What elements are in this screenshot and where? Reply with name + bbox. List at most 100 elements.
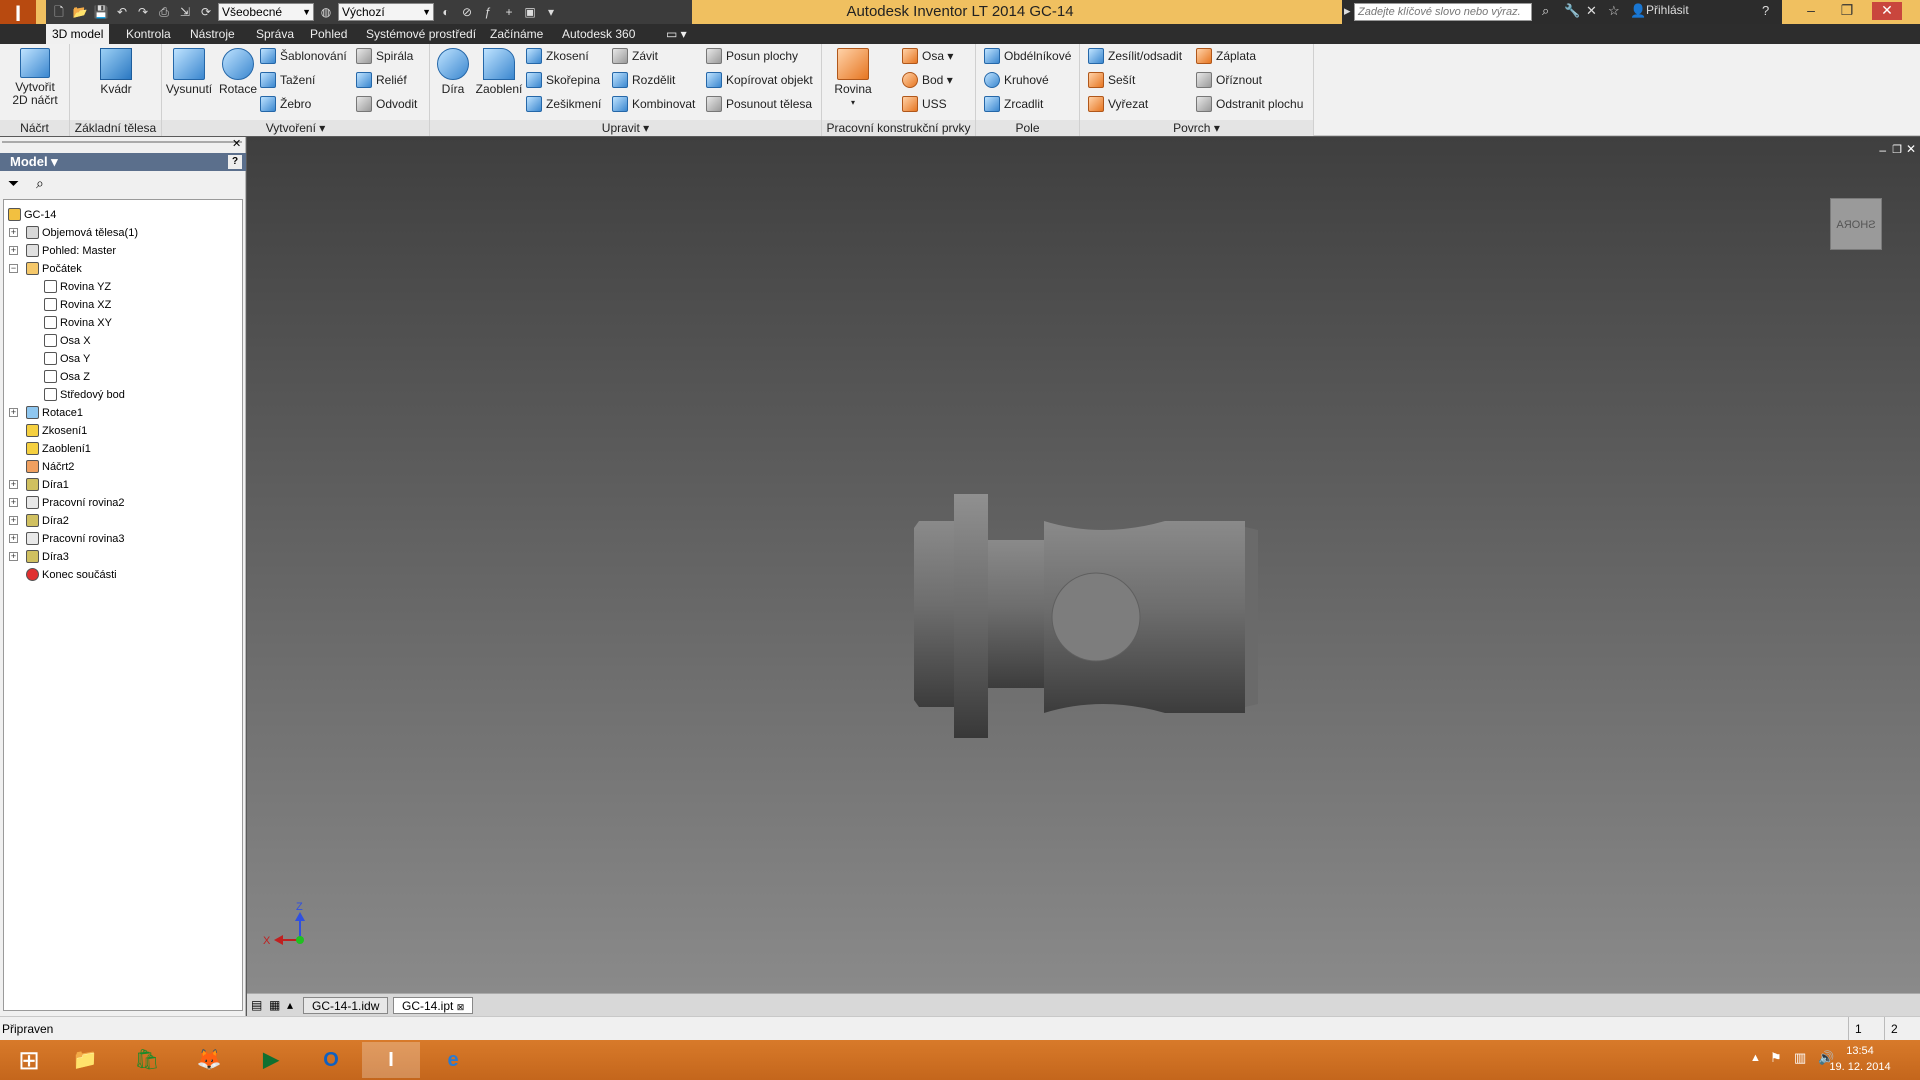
clear-icon[interactable]: ⊘ [458,4,476,20]
circular-pattern-button[interactable]: Kruhové [984,70,1049,90]
extrude-button[interactable]: Vysunutí [164,46,214,96]
tab-3[interactable]: Nástroje [184,24,241,44]
tree-item[interactable]: Osa Z [44,368,90,386]
tray-arrow-icon[interactable]: ▲ [1750,1052,1761,1064]
function-icon[interactable]: ƒ [479,4,497,20]
box-button[interactable]: Kvádr [88,46,144,96]
user-icon[interactable]: 👤 [1630,3,1646,19]
save-icon[interactable]: 💾 [92,4,110,20]
binoculars-icon[interactable]: ⌕ [1542,3,1549,19]
appearance-select[interactable]: Výchozí ▼ [338,3,434,21]
tree-item[interactable]: Osa Y [44,350,90,368]
tree-item[interactable]: Objemová tělesa(1) [26,224,138,242]
network-icon[interactable]: ▥ [1794,1050,1806,1066]
tree-item[interactable]: Rotace1 [26,404,83,422]
move-face-button[interactable]: Posun plochy [706,46,798,66]
tools-icon[interactable]: 🔧 [1564,3,1580,19]
create-sketch-button[interactable]: Vytvořit 2D náčrt [4,46,66,107]
internet-explorer-icon[interactable]: e [424,1042,482,1078]
work-plane-button[interactable]: Rovina ▾ [828,46,878,109]
ucs-button[interactable]: USS [902,94,947,114]
point-button[interactable]: Bod ▾ [902,70,953,90]
color-wheel-icon[interactable]: ◍ [317,4,335,20]
project-app-icon[interactable]: ▶ [242,1042,300,1078]
restore-icon[interactable]: ❐ [1832,2,1862,20]
return-icon[interactable]: ⇲ [176,4,194,20]
print-icon[interactable]: ⎙ [155,4,173,20]
inventor-taskbar-icon[interactable]: I [362,1042,420,1078]
filter-icon[interactable]: ⏷ [8,175,19,192]
revolve-button[interactable]: Rotace [214,46,262,96]
expand-toggle-icon[interactable]: + [9,480,18,489]
tree-item[interactable]: Pracovní rovina3 [26,530,125,548]
style-select[interactable]: Všeobecné ▼ [218,3,314,21]
emboss-button[interactable]: Reliéf [356,70,407,90]
tree-item[interactable]: Konec součásti [26,566,117,584]
help-icon[interactable]: ? [1762,3,1769,18]
expand-toggle-icon[interactable]: − [9,264,18,273]
tree-item[interactable]: Rovina YZ [44,278,111,296]
tab-1[interactable]: 3D model [46,24,110,44]
stitch-button[interactable]: Sešít [1088,70,1135,90]
tree-item[interactable]: Díra3 [26,548,69,566]
expand-toggle-icon[interactable]: + [9,246,18,255]
combine-button[interactable]: Kombinovat [612,94,695,114]
windows-start-icon[interactable]: ⊞ [0,1042,58,1078]
tree-item[interactable]: Díra1 [26,476,69,494]
clock[interactable]: 13:54 19. 12. 2014 [1820,1043,1900,1075]
tree-item[interactable]: Osa X [44,332,91,350]
open-file-icon[interactable]: 📂 [71,4,89,20]
tab-5[interactable]: Pohled [304,24,353,44]
minimize-icon[interactable]: – [1796,2,1826,20]
camera-icon[interactable]: ▭ ▾ [660,24,693,44]
part-model[interactable] [914,494,1258,738]
adjust-icon[interactable]: ◐ [437,4,455,20]
tree-item[interactable]: Pracovní rovina2 [26,494,125,512]
tab-2[interactable]: Kontrola [120,24,177,44]
axis-button[interactable]: Osa ▾ [902,46,953,66]
expand-toggle-icon[interactable]: + [9,228,18,237]
undo-icon[interactable]: ↶ [113,4,131,20]
find-icon[interactable]: ⌕ [36,175,44,192]
customize-icon[interactable]: ▾ [542,4,560,20]
file-explorer-icon[interactable]: 📁 [56,1042,114,1078]
doc-tab-drawing[interactable]: GC-14-1.idw [303,997,389,1014]
thread-button[interactable]: Závit [612,46,658,66]
doc-tab-part[interactable]: GC-14.ipt ⊠ [393,997,474,1014]
firefox-icon[interactable]: 🦊 [180,1042,238,1078]
fillet-button[interactable]: Zaoblení [474,46,524,96]
loft-button[interactable]: Šablonování [260,46,347,66]
patch-button[interactable]: Záplata [1196,46,1256,66]
thicken-button[interactable]: Zesílit/odsadit [1088,46,1182,66]
tree-item[interactable]: Náčrt2 [26,458,74,476]
search-input[interactable]: Zadejte klíčové slovo nebo výraz. [1354,3,1532,21]
tree-item[interactable]: Středový bod [44,386,125,404]
copy-object-button[interactable]: Kopírovat objekt [706,70,813,90]
expand-toggle-icon[interactable]: + [9,516,18,525]
mirror-button[interactable]: Zrcadlit [984,94,1043,114]
derive-button[interactable]: Odvodit [356,94,417,114]
shell-button[interactable]: Skořepina [526,70,600,90]
flag-icon[interactable]: ⚑ [1770,1050,1782,1066]
tree-item[interactable]: Zaoblení1 [26,440,91,458]
tab-4[interactable]: Správa [250,24,300,44]
new-file-icon[interactable]: 🗋 [50,4,68,20]
tree-item[interactable]: GC-14 [8,206,56,224]
rib-button[interactable]: Žebro [260,94,311,114]
close-icon[interactable]: ✕ [1872,2,1902,20]
expand-toggle-icon[interactable]: + [9,408,18,417]
coil-button[interactable]: Spirála [356,46,413,66]
panel-create-label[interactable]: Vytvoření ▾ [162,120,429,136]
panel-surface-label[interactable]: Povrch ▾ [1080,120,1313,136]
delete-face-button[interactable]: Odstranit plochu [1196,94,1303,114]
expand-arrow-icon[interactable]: ▸ [1344,3,1351,19]
grip-bar[interactable] [2,141,242,143]
help-icon[interactable]: ? [228,155,242,169]
tab-6[interactable]: Systémové prostředí [360,24,482,44]
tree-item[interactable]: Rovina XZ [44,296,111,314]
tree-item[interactable]: Počátek [26,260,82,278]
tree-item[interactable]: Rovina XY [44,314,112,332]
cascade-icon[interactable]: ▦ [269,998,280,1012]
tree-item[interactable]: Díra2 [26,512,69,530]
redo-icon[interactable]: ↷ [134,4,152,20]
